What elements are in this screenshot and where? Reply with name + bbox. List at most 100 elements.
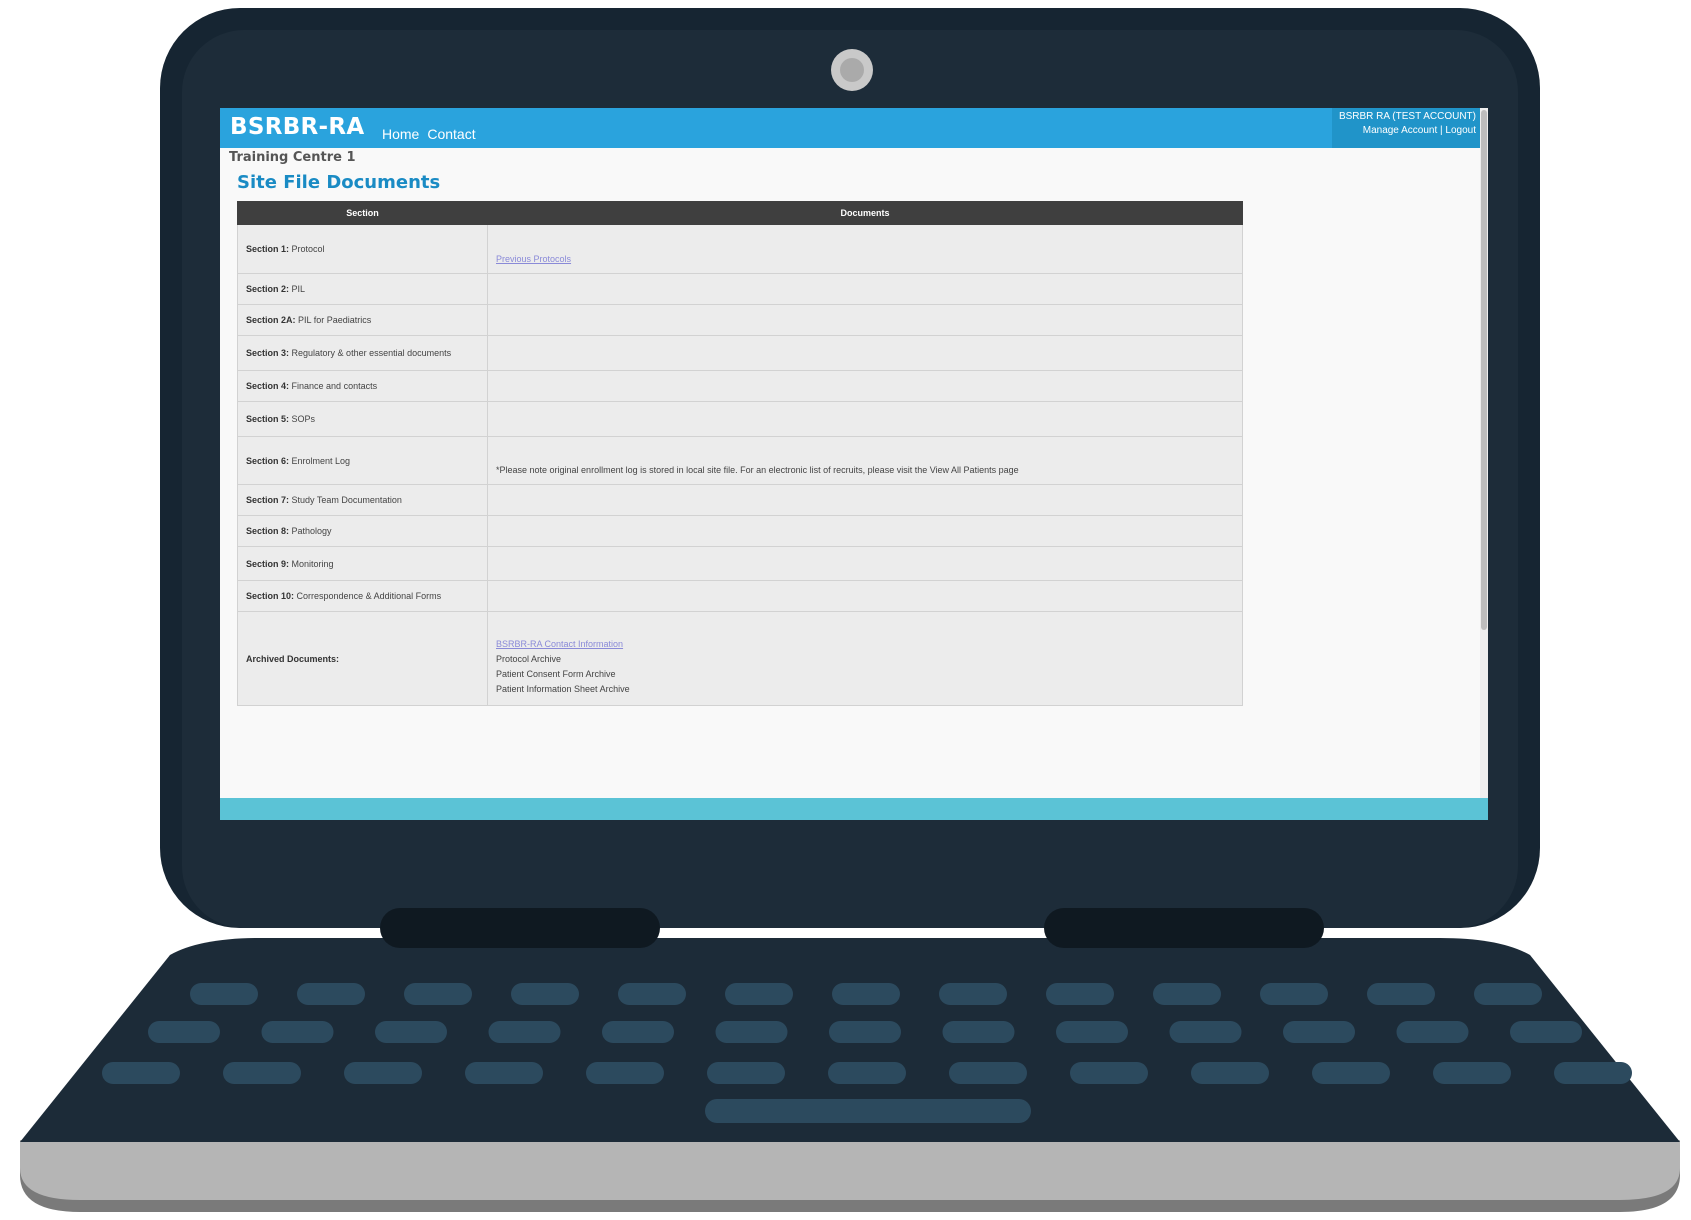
- section-label: Section 10:: [246, 591, 295, 601]
- laptop-hinge-left: [380, 908, 660, 948]
- keyboard-key: [223, 1062, 301, 1084]
- keyboard-key: [602, 1021, 674, 1043]
- keyboard-key: [1367, 983, 1435, 1005]
- table-row-section-3: Section 3: Regulatory & other essential …: [237, 335, 1243, 371]
- archive-item-protocol[interactable]: Protocol Archive: [496, 652, 1234, 667]
- keyboard-key: [707, 1062, 785, 1084]
- section-cell: Section 4: Finance and contacts: [237, 370, 488, 402]
- keyboard-key: [1153, 983, 1221, 1005]
- section-cell: Section 7: Study Team Documentation: [237, 484, 488, 516]
- table-row-section-4: Section 4: Finance and contacts: [237, 370, 1243, 402]
- section-label: Section 4:: [246, 381, 290, 391]
- centre-name: Training Centre 1: [229, 150, 356, 165]
- keyboard-key: [828, 1062, 906, 1084]
- keyboard-key: [148, 1021, 220, 1043]
- section-label: Section 9:: [246, 558, 290, 569]
- section-name: PIL: [291, 284, 306, 294]
- keyboard-key: [1510, 1021, 1582, 1043]
- table-row-section-7: Section 7: Study Team Documentation: [237, 484, 1243, 516]
- section-cell: Section 2: PIL: [237, 273, 488, 305]
- keyboard-key: [511, 983, 579, 1005]
- keyboard-key: [829, 1021, 901, 1043]
- section-name: Regulatory & other essential documents: [291, 348, 452, 358]
- section-name: SOPs: [291, 414, 316, 424]
- site-file-documents-table: Section Documents Section 1: Protocol Pr…: [237, 201, 1243, 706]
- vertical-scrollbar[interactable]: [1480, 108, 1488, 820]
- section-cell: Section 2A: PIL for Paediatrics: [237, 304, 488, 336]
- section-name: Enrolment Log: [291, 455, 351, 466]
- section-label: Section 2A:: [246, 315, 296, 325]
- archived-label: Archived Documents:: [246, 653, 340, 664]
- table-row-section-2a: Section 2A: PIL for Paediatrics: [237, 304, 1243, 336]
- table-row-archived: Archived Documents: BSRBR-RA Contact Inf…: [237, 611, 1243, 706]
- nav-home-link[interactable]: Home: [382, 126, 419, 142]
- account-panel: BSRBR RA (TEST ACCOUNT) Manage Account |…: [1332, 108, 1488, 148]
- documents-cell: [487, 273, 1243, 305]
- section-name: Pathology: [291, 526, 332, 536]
- top-navigation-bar: BSRBR-RA Home Contact: [220, 108, 1476, 148]
- keyboard-key: [1046, 983, 1114, 1005]
- laptop-screen: BSRBR-RA Home Contact BSRBR RA (TEST ACC…: [220, 108, 1488, 820]
- archive-item-consent-form[interactable]: Patient Consent Form Archive: [496, 667, 1234, 682]
- keyboard-key: [832, 983, 900, 1005]
- documents-cell: [487, 304, 1243, 336]
- keyboard-key: [190, 983, 258, 1005]
- documents-cell: [487, 546, 1243, 581]
- documents-cell: *Please note original enrollment log is …: [487, 436, 1243, 485]
- section-name: Study Team Documentation: [291, 495, 402, 505]
- keyboard-key: [1396, 1021, 1469, 1043]
- section-label: Section 1:: [246, 244, 290, 254]
- brand-logo[interactable]: BSRBR-RA: [230, 112, 365, 142]
- nav-contact-link[interactable]: Contact: [427, 126, 475, 142]
- previous-protocols-link[interactable]: Previous Protocols: [496, 254, 571, 264]
- manage-account-link[interactable]: Manage Account: [1363, 125, 1438, 136]
- documents-cell: [487, 580, 1243, 612]
- section-cell: Section 1: Protocol: [237, 224, 488, 274]
- table-header-row: Section Documents: [237, 201, 1243, 225]
- main-nav: Home Contact: [382, 126, 476, 142]
- section-name: Finance and contacts: [291, 381, 378, 391]
- table-row-section-1: Section 1: Protocol Previous Protocols: [237, 224, 1243, 274]
- keyboard-key: [102, 1062, 180, 1084]
- keyboard-key: [942, 1021, 1015, 1043]
- page-title: Site File Documents: [237, 172, 441, 193]
- archived-documents-cell: BSRBR-RA Contact Information Protocol Ar…: [487, 611, 1243, 706]
- keyboard-key: [939, 983, 1007, 1005]
- section-name: Monitoring: [291, 558, 334, 569]
- section-cell: Section 5: SOPs: [237, 401, 488, 437]
- keyboard-key: [404, 983, 472, 1005]
- section-name: Correspondence & Additional Forms: [296, 591, 442, 601]
- keyboard-key: [261, 1021, 334, 1043]
- table-row-section-6: Section 6: Enrolment Log *Please note or…: [237, 436, 1243, 485]
- section-label: Section 7:: [246, 495, 290, 505]
- documents-cell: [487, 484, 1243, 516]
- keyboard-key: [1283, 1021, 1355, 1043]
- logout-link[interactable]: Logout: [1445, 125, 1476, 136]
- keyboard-key: [1191, 1062, 1269, 1084]
- keyboard-spacebar: [705, 1099, 1031, 1123]
- contact-information-link[interactable]: BSRBR-RA Contact Information: [496, 639, 623, 649]
- documents-cell: [487, 335, 1243, 371]
- section-label: Section 6:: [246, 455, 290, 466]
- account-links-separator: |: [1440, 125, 1443, 136]
- section-cell: Section 8: Pathology: [237, 515, 488, 547]
- keyboard-key: [1554, 1062, 1632, 1084]
- documents-cell: [487, 401, 1243, 437]
- column-header-documents: Documents: [487, 201, 1243, 225]
- scrollbar-thumb[interactable]: [1481, 110, 1487, 630]
- laptop-hinge-right: [1044, 908, 1324, 948]
- keyboard-key: [715, 1021, 788, 1043]
- keyboard-key: [949, 1062, 1027, 1084]
- keyboard-key: [465, 1062, 543, 1084]
- archive-item-information-sheet[interactable]: Patient Information Sheet Archive: [496, 682, 1234, 697]
- documents-cell: [487, 370, 1243, 402]
- section-cell: Section 9: Monitoring: [237, 546, 488, 581]
- footer-bar: [220, 798, 1488, 820]
- section-name: Protocol: [291, 244, 325, 254]
- keyboard-key: [1433, 1062, 1511, 1084]
- keyboard-key: [297, 983, 365, 1005]
- keyboard-key: [344, 1062, 422, 1084]
- table-row-section-10: Section 10: Correspondence & Additional …: [237, 580, 1243, 612]
- keyboard-key: [1056, 1021, 1128, 1043]
- table-row-section-5: Section 5: SOPs: [237, 401, 1243, 437]
